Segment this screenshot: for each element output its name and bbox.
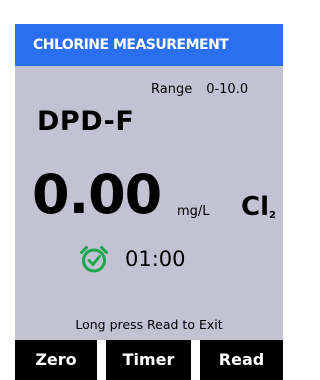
chemical-subscript: 2 [269, 210, 276, 221]
measurement-panel: Range 0-10.0 DPD-F 0.00 mg/L Cl2 01:00 Lo… [15, 66, 283, 340]
meter-screen: CHLORINE MEASUREMENT Range 0-10.0 DPD-F 0… [0, 0, 283, 380]
timer-value: 01:00 [125, 247, 186, 271]
zero-button[interactable]: Zero [15, 340, 97, 380]
reading-value: 0.00 [32, 163, 162, 226]
range-label: Range [151, 82, 193, 97]
reading-units: mg/L [177, 204, 210, 219]
header-title: CHLORINE MEASUREMENT [33, 37, 229, 53]
range-display: Range 0-10.0 [151, 82, 248, 97]
screen-header: CHLORINE MEASUREMENT [15, 24, 283, 66]
softkey-bar: Zero Timer Read [15, 340, 283, 380]
range-value: 0-10.0 [206, 82, 249, 97]
chemical-formula: Cl2 [241, 192, 276, 222]
timer-button[interactable]: Timer [106, 340, 191, 380]
timer-clock-icon [79, 244, 109, 274]
exit-hint: Long press Read to Exit [75, 317, 223, 332]
method-name: DPD-F [37, 106, 135, 137]
chemical-symbol: Cl [241, 192, 269, 222]
read-button[interactable]: Read [200, 340, 283, 380]
timer-row: 01:00 [79, 243, 186, 275]
